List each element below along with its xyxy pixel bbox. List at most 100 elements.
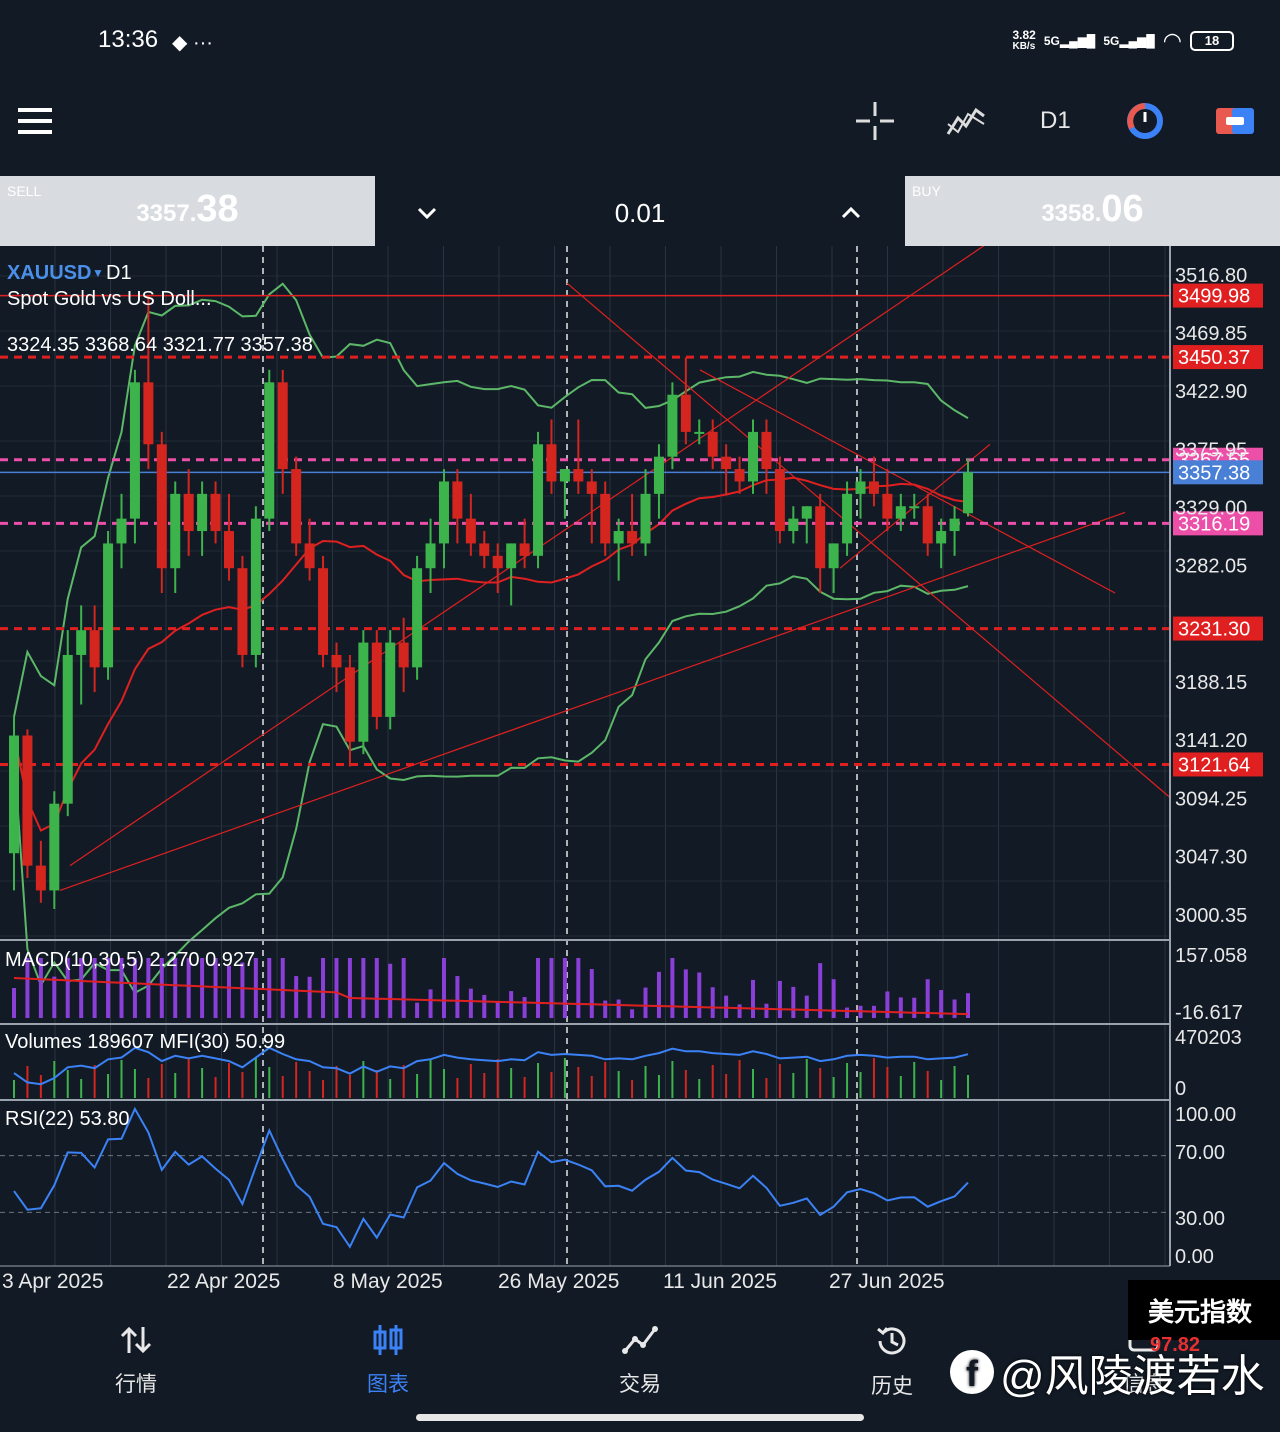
candle-body xyxy=(492,555,503,569)
chart-type-icon[interactable] xyxy=(1126,102,1164,140)
notification-icon: ◆ ··· xyxy=(172,32,213,54)
rsi-axis-label: 30.00 xyxy=(1175,1208,1225,1230)
trade-icon xyxy=(622,1326,658,1354)
candle-body xyxy=(909,506,920,509)
indicators-icon[interactable] xyxy=(946,104,986,138)
rsi-line xyxy=(13,1106,969,1249)
candle-body xyxy=(882,493,893,519)
candle-body xyxy=(922,506,933,544)
home-indicator[interactable] xyxy=(416,1414,864,1421)
volumes-axis-label: 0 xyxy=(1175,1078,1186,1100)
date-tick-label: 26 May 2025 xyxy=(498,1270,619,1293)
chevron-up-icon xyxy=(841,206,861,219)
chart-timeframe-label: D1 xyxy=(106,262,132,284)
candle-body xyxy=(210,493,221,532)
signal-2-icon: 5G▂▄▆█ xyxy=(1103,34,1155,48)
buy-button[interactable]: BUY 3358.06 xyxy=(905,176,1280,246)
net-unit: KB/s xyxy=(1012,41,1036,52)
candle-body xyxy=(197,493,208,532)
candle-body xyxy=(949,518,960,532)
candle-body xyxy=(600,493,611,544)
candle-body xyxy=(291,469,302,544)
candle-body xyxy=(129,382,140,519)
nav-history[interactable]: 历史 xyxy=(832,1323,952,1400)
mfi-line xyxy=(13,1046,969,1086)
crosshair-icon[interactable] xyxy=(856,102,894,140)
candle-body xyxy=(533,444,544,556)
lot-increase-button[interactable] xyxy=(841,200,861,226)
candle-body xyxy=(183,493,194,532)
sell-button[interactable]: SELL 3357.38 xyxy=(0,176,375,246)
candle-body xyxy=(465,518,476,544)
history-icon xyxy=(877,1327,906,1355)
symbol-description: Spot Gold vs US Doll... xyxy=(7,288,212,310)
candle-body xyxy=(546,444,557,482)
price-tick-label: 3000.35 xyxy=(1175,905,1247,927)
nav-quotes-label: 行情 xyxy=(115,1373,157,1396)
timeframe-button[interactable]: D1 xyxy=(1040,107,1071,135)
status-time: 13:36 xyxy=(98,26,159,53)
candle-body xyxy=(519,543,530,556)
status-icons: 3.82 KB/s 5G▂▄▆█ 5G▂▄▆█ ◠ 18 xyxy=(1012,28,1234,54)
nav-trade[interactable]: 交易 xyxy=(580,1323,700,1398)
candle-body xyxy=(264,382,275,519)
watermark-text: @风陵渡若水 xyxy=(1000,1352,1265,1401)
candle-body xyxy=(223,531,234,569)
price-level-label: 3357.38 xyxy=(1178,462,1250,484)
candle-body xyxy=(573,469,584,482)
candle-body xyxy=(653,456,664,494)
candle-body xyxy=(237,568,248,655)
candle-body xyxy=(788,518,799,532)
net-speed: 3.82 xyxy=(1012,28,1036,42)
lot-size-value[interactable]: 0.01 xyxy=(375,198,905,229)
candle-body xyxy=(707,431,718,457)
candle-body xyxy=(667,394,678,457)
rsi-axis-label: 0.00 xyxy=(1175,1246,1214,1268)
candle-body xyxy=(22,735,33,866)
watermark: f @风陵渡若水 xyxy=(950,1340,1265,1404)
candle-body xyxy=(277,382,288,470)
candle-body xyxy=(331,654,342,668)
one-click-trading-icon[interactable] xyxy=(1216,106,1254,136)
candle-body xyxy=(748,431,759,482)
candle-body xyxy=(842,493,853,544)
candle-body xyxy=(828,543,839,569)
nav-history-label: 历史 xyxy=(871,1375,913,1398)
candle-body xyxy=(156,444,167,569)
candle-body xyxy=(868,481,879,494)
date-tick-label: 11 Jun 2025 xyxy=(663,1270,777,1293)
candle-body xyxy=(640,493,651,544)
candle-body xyxy=(721,456,732,470)
candle-body xyxy=(559,469,570,482)
candle-body xyxy=(815,506,826,569)
price-level-label: 3499.98 xyxy=(1178,286,1250,308)
symbol-label[interactable]: XAUUSD xyxy=(7,262,91,284)
nav-chart[interactable]: 图表 xyxy=(328,1323,448,1398)
nav-quotes[interactable]: 行情 xyxy=(76,1323,196,1398)
buy-price-pips: 06 xyxy=(1101,188,1144,230)
wifi-icon: ◠ xyxy=(1162,28,1182,53)
candle-body xyxy=(358,642,369,742)
price-tick-label: 3094.25 xyxy=(1175,788,1247,810)
facebook-logo-icon: f xyxy=(950,1350,994,1394)
price-chart[interactable]: 3499.983450.373367.553357.383316.193231.… xyxy=(0,246,1280,1304)
candle-body xyxy=(344,667,355,742)
price-level-label: 3121.64 xyxy=(1178,754,1250,776)
candle-body xyxy=(385,642,396,717)
macd-axis-label: 157.058 xyxy=(1175,945,1247,967)
price-tick-label: 3047.30 xyxy=(1175,847,1247,869)
candle-body xyxy=(895,506,906,519)
symbol-dropdown-icon[interactable]: ▼ xyxy=(92,266,104,280)
date-tick-label: 8 May 2025 xyxy=(333,1270,443,1293)
chart-icon xyxy=(373,1325,403,1355)
candle-body xyxy=(143,382,154,445)
candle-body xyxy=(855,481,866,494)
menu-icon[interactable] xyxy=(18,108,52,134)
sell-price-pips: 38 xyxy=(196,188,239,230)
rsi-axis-label: 100.00 xyxy=(1175,1104,1236,1126)
volumes-label: Volumes 189607 MFI(30) 50.99 xyxy=(5,1031,285,1053)
rsi-axis-label: 70.00 xyxy=(1175,1142,1225,1164)
candle-body xyxy=(89,630,100,668)
candle-body xyxy=(479,543,490,556)
battery-icon: 18 xyxy=(1190,31,1234,51)
